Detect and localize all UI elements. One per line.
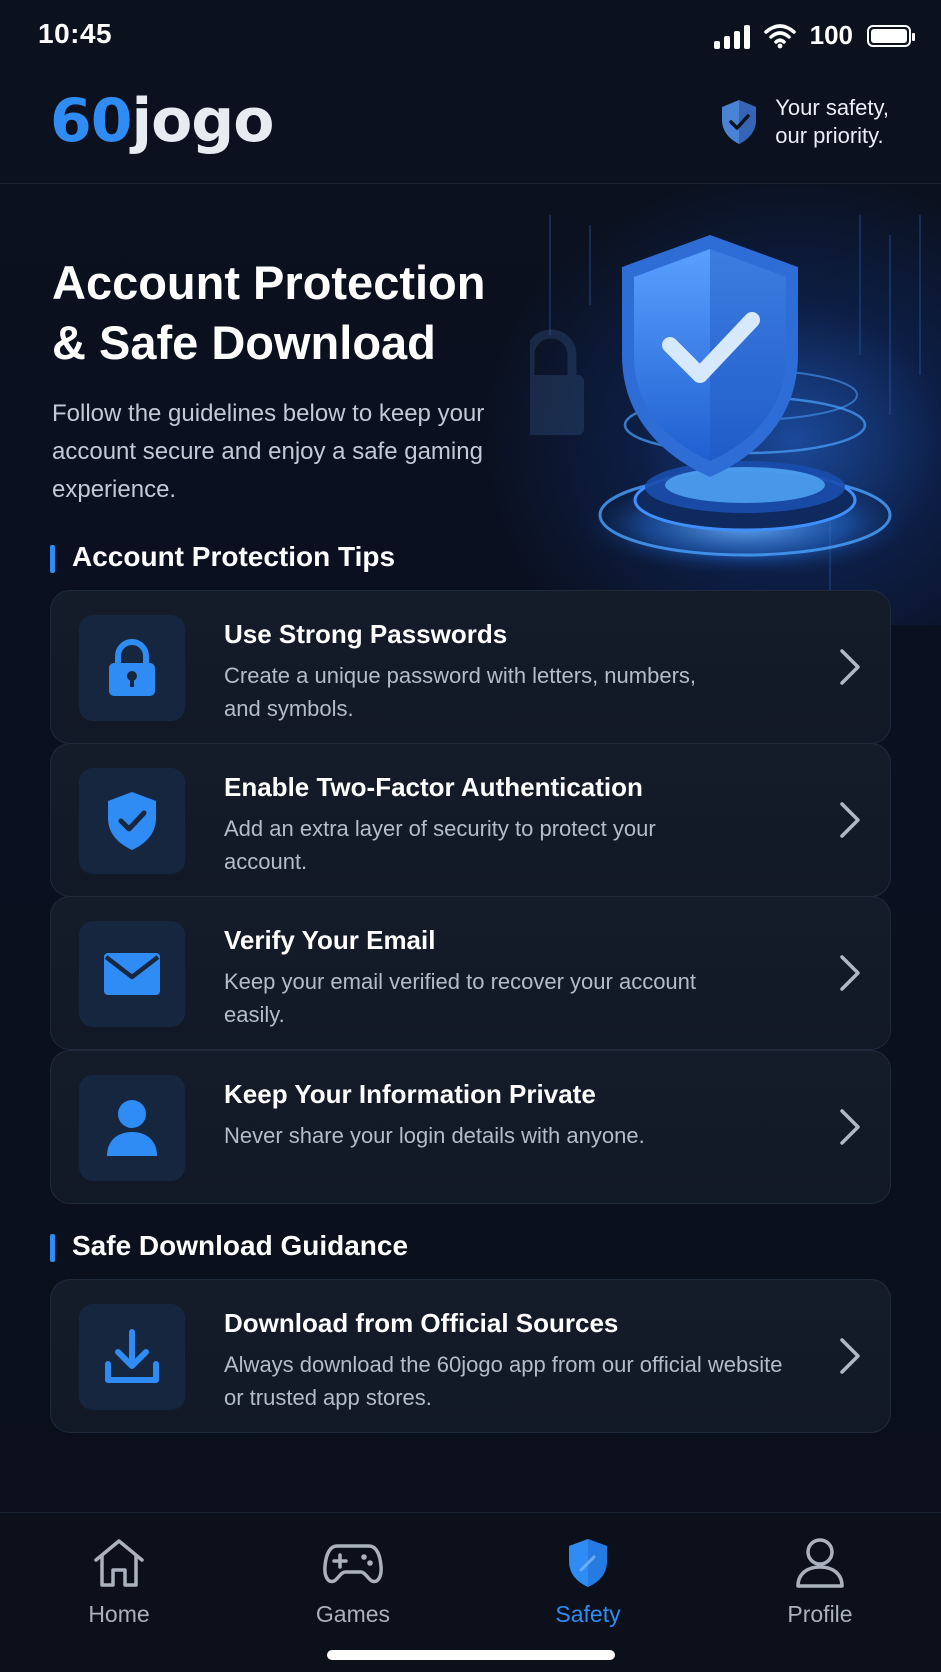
nav-profile[interactable]: Profile bbox=[740, 1535, 900, 1628]
page-title-line1: Account Protection bbox=[52, 256, 486, 309]
nav-safety-label: Safety bbox=[555, 1601, 621, 1627]
chevron-right-icon bbox=[840, 649, 860, 685]
tip-icon-box bbox=[79, 1304, 185, 1410]
safety-screen: 10:45 100 60jogo Your safety, our priori… bbox=[0, 0, 941, 1672]
tip-card-info-private[interactable]: Keep Your Information Private Never shar… bbox=[50, 1050, 891, 1204]
gamepad-icon bbox=[323, 1544, 383, 1584]
shield-hero-illustration bbox=[530, 215, 921, 595]
download-icon bbox=[105, 1329, 159, 1383]
safety-tagline-line1: Your safety, bbox=[775, 95, 889, 120]
tip-icon-box bbox=[79, 615, 185, 721]
tip-description: Create a unique password with letters, n… bbox=[224, 663, 697, 721]
home-icon bbox=[94, 1539, 144, 1587]
tip-description: Add an extra layer of security to protec… bbox=[224, 816, 656, 874]
safety-tagline-line2: our priority. bbox=[775, 123, 884, 148]
app-header: 60jogo Your safety, our priority. bbox=[0, 72, 941, 184]
chevron-right-icon bbox=[840, 802, 860, 838]
tip-card-two-factor[interactable]: Enable Two-Factor Authentication Add an … bbox=[50, 743, 891, 897]
page-title-line2: & Safe Download bbox=[52, 316, 436, 369]
battery-percent: 100 bbox=[809, 20, 853, 50]
status-time: 10:45 bbox=[38, 18, 113, 49]
lock-icon bbox=[109, 639, 155, 696]
tip-card-strong-passwords[interactable]: Use Strong Passwords Create a unique pas… bbox=[50, 590, 891, 744]
tip-icon-box bbox=[79, 768, 185, 874]
tip-icon-box bbox=[79, 1075, 185, 1181]
tip-icon-box bbox=[79, 921, 185, 1027]
signal-icon bbox=[713, 23, 750, 49]
nav-games-label: Games bbox=[315, 1601, 391, 1627]
download-description: Always download the 60jogo app from our … bbox=[224, 1352, 783, 1410]
tip-title: Keep Your Information Private bbox=[224, 1079, 596, 1109]
section-title-download: Safe Download Guidance bbox=[50, 1230, 408, 1262]
tip-title: Verify Your Email bbox=[224, 925, 436, 955]
user-icon bbox=[107, 1100, 157, 1156]
wifi-icon bbox=[763, 23, 796, 48]
nav-games[interactable]: Games bbox=[273, 1535, 433, 1628]
tip-card-verify-email[interactable]: Verify Your Email Keep your email verifi… bbox=[50, 896, 891, 1050]
nav-home-label: Home bbox=[88, 1601, 150, 1627]
nav-home[interactable]: Home bbox=[39, 1535, 199, 1628]
section-title-protection: Account Protection Tips bbox=[50, 541, 395, 573]
tip-title: Use Strong Passwords bbox=[224, 619, 508, 649]
logo-rest: jogo bbox=[131, 86, 275, 156]
app-logo[interactable]: 60jogo bbox=[50, 86, 275, 156]
safety-tagline: Your safety, our priority. bbox=[719, 94, 889, 150]
profile-icon bbox=[796, 1538, 844, 1588]
shield-icon bbox=[569, 1539, 607, 1587]
mail-icon bbox=[104, 953, 160, 995]
download-card-official-sources[interactable]: Download from Official Sources Always do… bbox=[50, 1279, 891, 1433]
shield-check-icon bbox=[722, 100, 757, 144]
nav-profile-label: Profile bbox=[787, 1601, 853, 1627]
tip-description: Never share your login details with anyo… bbox=[224, 1123, 645, 1148]
page-title: Account Protection & Safe Download bbox=[52, 253, 485, 373]
battery-icon bbox=[867, 24, 915, 47]
bottom-nav: Home Games Safety Profile bbox=[0, 1512, 941, 1672]
status-indicators: 100 bbox=[713, 20, 915, 51]
logo-accent: 60 bbox=[50, 86, 132, 156]
download-title: Download from Official Sources bbox=[224, 1308, 619, 1338]
page-subtitle: Follow the guidelines below to keep your… bbox=[52, 400, 485, 503]
status-bar: 10:45 100 bbox=[0, 0, 941, 72]
shield-check-icon bbox=[108, 792, 156, 850]
chevron-right-icon bbox=[840, 1109, 860, 1145]
home-indicator[interactable] bbox=[327, 1650, 615, 1660]
chevron-right-icon bbox=[840, 955, 860, 991]
nav-safety[interactable]: Safety bbox=[508, 1535, 668, 1628]
tip-description: Keep your email verified to recover your… bbox=[224, 969, 697, 1027]
padlock-bg-icon bbox=[530, 329, 584, 435]
tip-title: Enable Two-Factor Authentication bbox=[224, 772, 643, 802]
chevron-right-icon bbox=[840, 1338, 860, 1374]
